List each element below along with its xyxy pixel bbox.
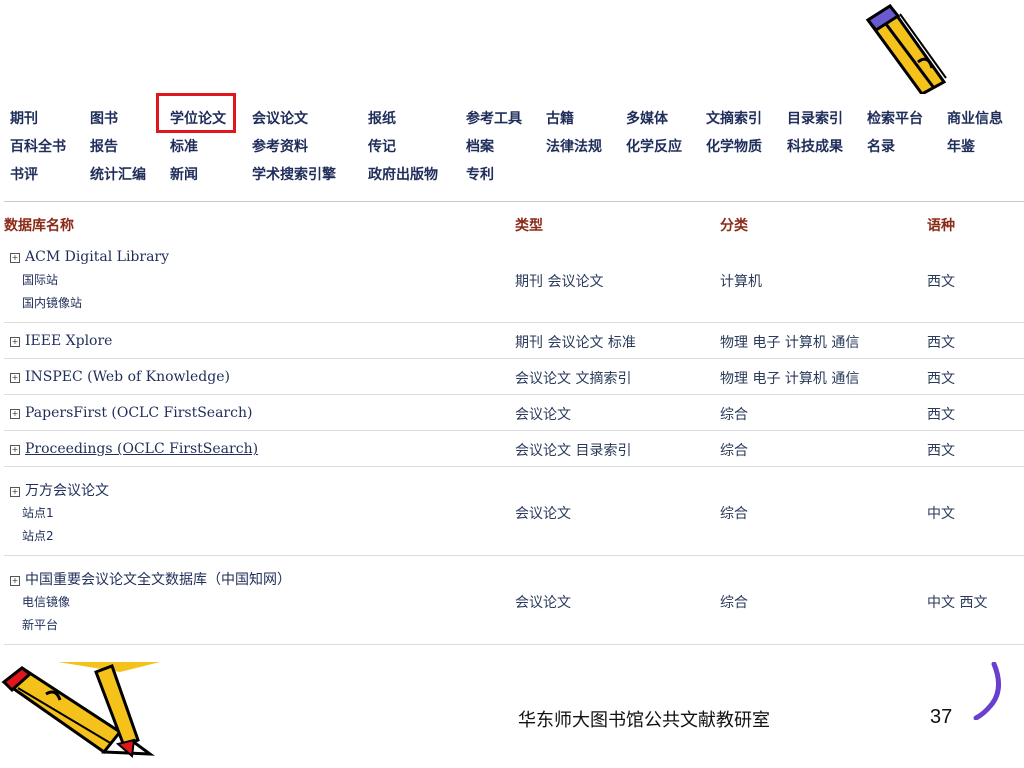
nav-item[interactable]: 文摘索引 [706, 110, 762, 128]
nav-item[interactable]: 标准 [170, 138, 198, 156]
database-name-link[interactable]: + 万方会议论文 [10, 480, 109, 500]
nav-item[interactable]: 多媒体 [626, 110, 668, 128]
nav-item[interactable]: 化学反应 [626, 138, 682, 156]
expand-icon[interactable]: + [10, 409, 20, 419]
site-link[interactable]: 站点2 [22, 527, 54, 544]
category-cell: 物理 电子 计算机 通信 [720, 371, 860, 387]
nav-item[interactable]: 专利 [466, 166, 494, 184]
expand-icon[interactable]: + [10, 576, 20, 586]
nav-item[interactable]: 目录索引 [787, 110, 843, 128]
nav-item[interactable]: 图书 [90, 110, 118, 128]
pencil-icon [1, 662, 160, 758]
expand-icon[interactable]: + [10, 445, 20, 455]
nav-item[interactable]: 档案 [466, 138, 494, 156]
nav-item[interactable]: 会议论文 [252, 110, 308, 128]
language-cell: 西文 [927, 371, 955, 387]
nav-item[interactable]: 报纸 [368, 110, 396, 128]
category-cell: 综合 [720, 407, 748, 423]
column-header-name: 数据库名称 [4, 218, 74, 234]
nav-item[interactable]: 商业信息 [947, 110, 1003, 128]
nav-item[interactable]: 报告 [90, 138, 118, 156]
nav-item[interactable]: 统计汇编 [90, 166, 146, 184]
type-cell: 会议论文 [515, 595, 571, 611]
site-link[interactable]: 国内镜像站 [22, 294, 82, 311]
row-divider [4, 394, 1024, 395]
row-divider [4, 322, 1024, 323]
row-divider [4, 466, 1024, 467]
nav-item[interactable]: 年鉴 [947, 138, 975, 156]
nav-item[interactable]: 期刊 [10, 110, 38, 128]
database-name-link[interactable]: + PapersFirst (OCLC FirstSearch) [10, 405, 252, 421]
language-cell: 西文 [927, 335, 955, 351]
database-name-link[interactable]: + Proceedings (OCLC FirstSearch) [10, 441, 258, 457]
pencil-icon [865, 3, 947, 94]
expand-icon[interactable]: + [10, 337, 20, 347]
site-link[interactable]: 站点1 [22, 504, 54, 521]
column-header-type: 类型 [515, 218, 543, 234]
column-header-category: 分类 [720, 218, 748, 234]
site-link[interactable]: 国际站 [22, 271, 58, 288]
site-link[interactable]: 电信镜像 [22, 593, 70, 610]
language-cell: 西文 [927, 407, 955, 423]
nav-item[interactable]: 参考资料 [252, 138, 308, 156]
nav-item[interactable]: 书评 [10, 166, 38, 184]
nav-item[interactable]: 百科全书 [10, 138, 66, 156]
expand-icon[interactable]: + [10, 373, 20, 383]
nav-item[interactable]: 化学物质 [706, 138, 762, 156]
database-name-link[interactable]: + IEEE Xplore [10, 333, 112, 349]
database-name-link[interactable]: + INSPEC (Web of Knowledge) [10, 369, 230, 385]
nav-item[interactable]: 法律法规 [546, 138, 602, 156]
nav-item[interactable]: 科技成果 [787, 138, 843, 156]
nav-item[interactable]: 检索平台 [867, 110, 923, 128]
language-cell: 中文 西文 [927, 595, 988, 611]
column-header-language: 语种 [927, 218, 955, 234]
row-divider [4, 430, 1024, 431]
category-cell: 物理 电子 计算机 通信 [720, 335, 860, 351]
type-cell: 会议论文 文摘索引 [515, 371, 632, 387]
nav-item[interactable]: 学术搜索引擎 [252, 166, 336, 184]
footer-text: 华东师大图书馆公共文献教研室 [518, 710, 770, 731]
expand-icon[interactable]: + [10, 487, 20, 497]
language-cell: 西文 [927, 274, 955, 290]
nav-item[interactable]: 古籍 [546, 110, 574, 128]
expand-icon[interactable]: + [10, 253, 20, 263]
divider [4, 201, 1024, 202]
nav-item[interactable]: 参考工具 [466, 110, 522, 128]
category-cell: 综合 [720, 506, 748, 522]
site-link[interactable]: 新平台 [22, 616, 58, 633]
category-cell: 综合 [720, 443, 748, 459]
type-cell: 会议论文 [515, 506, 571, 522]
row-divider [4, 644, 1024, 645]
type-cell: 会议论文 [515, 407, 571, 423]
database-name-link[interactable]: + 中国重要会议论文全文数据库（中国知网） [10, 569, 291, 589]
nav-item[interactable]: 政府出版物 [368, 166, 438, 184]
type-cell: 会议论文 目录索引 [515, 443, 632, 459]
language-cell: 西文 [927, 443, 955, 459]
database-name-link[interactable]: + ACM Digital Library [10, 249, 169, 265]
curl-decoration-icon [973, 662, 1001, 720]
highlight-box [156, 93, 236, 133]
nav-item[interactable]: 传记 [368, 138, 396, 156]
category-cell: 综合 [720, 595, 748, 611]
category-cell: 计算机 [720, 274, 762, 290]
row-divider [4, 358, 1024, 359]
type-cell: 期刊 会议论文 标准 [515, 335, 636, 351]
nav-item[interactable]: 名录 [867, 138, 895, 156]
page-number: 37 [930, 706, 953, 728]
language-cell: 中文 [927, 506, 955, 522]
row-divider [4, 555, 1024, 556]
type-cell: 期刊 会议论文 [515, 274, 604, 290]
nav-item[interactable]: 新闻 [170, 166, 198, 184]
